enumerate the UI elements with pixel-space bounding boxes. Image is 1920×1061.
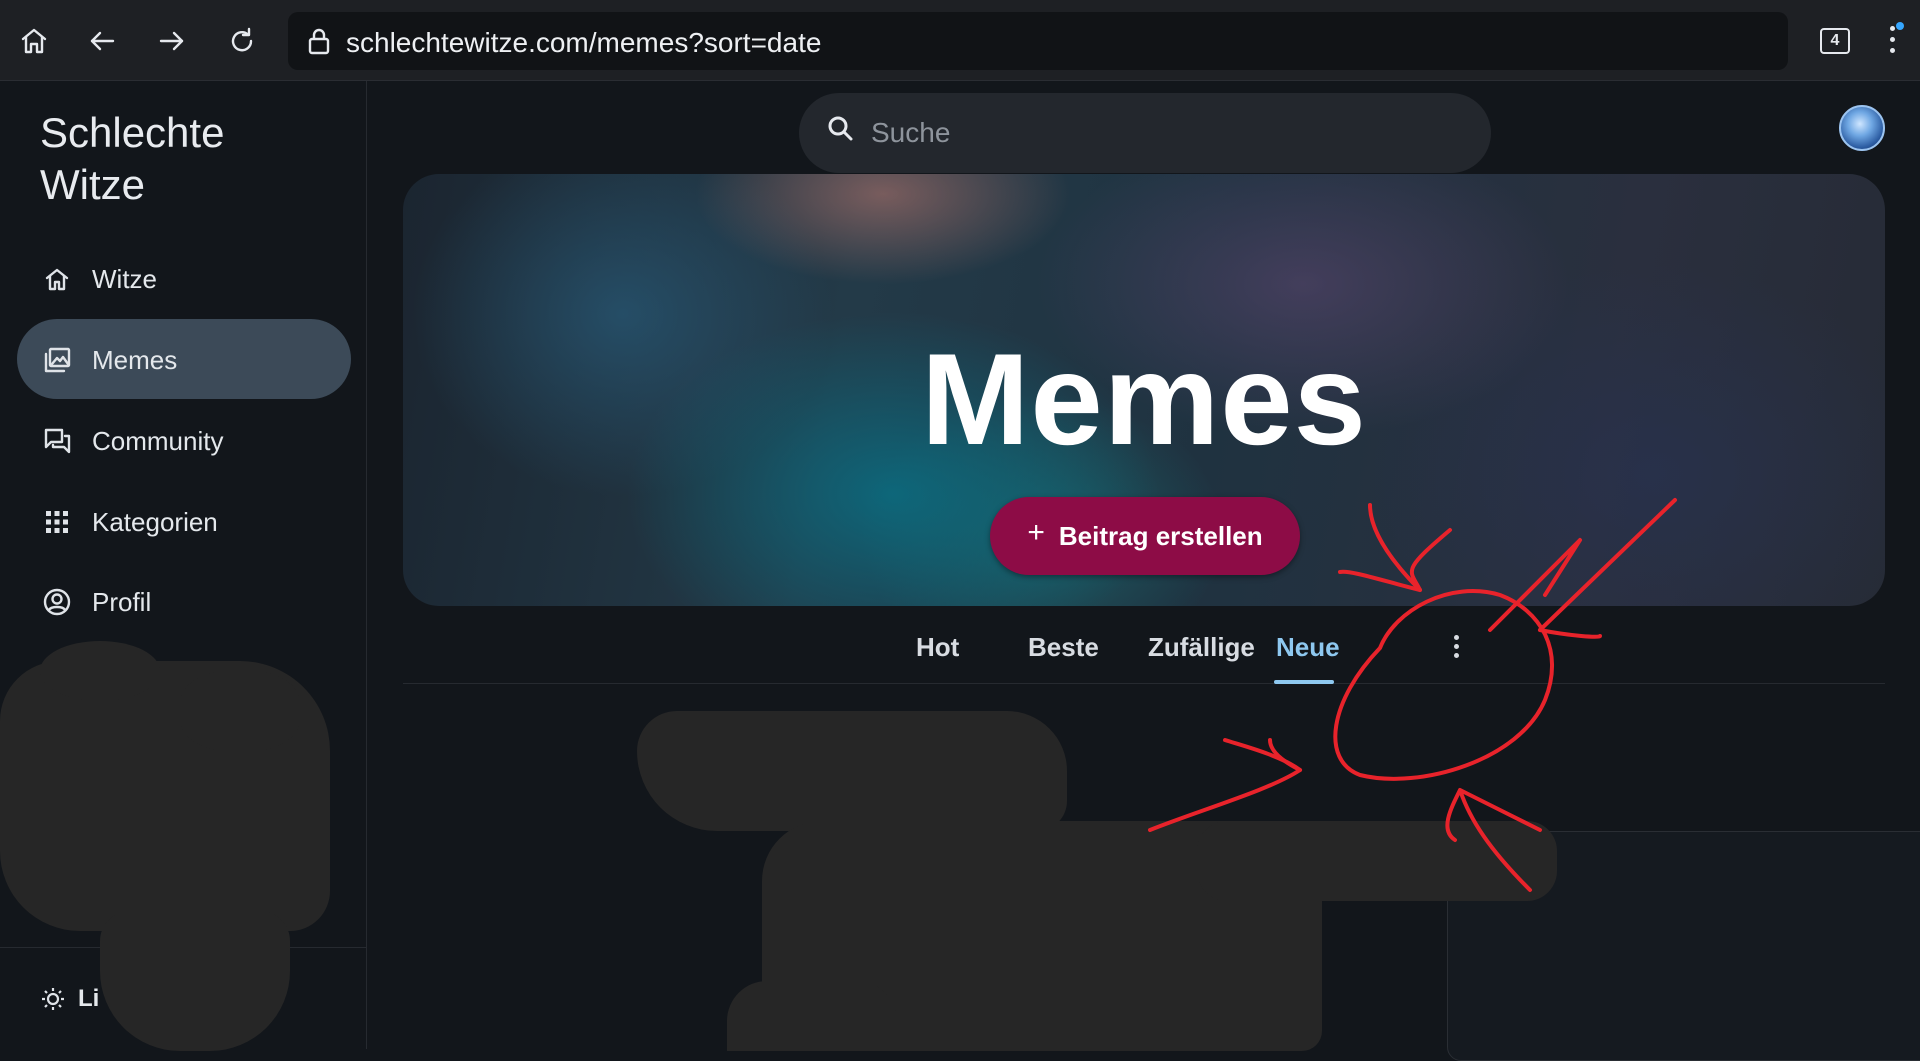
sun-icon	[42, 988, 64, 1010]
browser-menu-button[interactable]	[1884, 20, 1904, 60]
sidebar-item-witze[interactable]: Witze	[17, 238, 351, 318]
account-circle-icon	[42, 587, 72, 617]
sidebar-item-label: Witze	[92, 264, 157, 294]
redaction-scribble	[100, 911, 290, 1051]
back-button[interactable]	[86, 18, 118, 64]
lock-icon	[304, 26, 334, 56]
tab-switcher-button[interactable]: 4	[1820, 28, 1850, 54]
home-icon	[21, 28, 47, 54]
redaction-scribble	[1197, 821, 1557, 901]
sidebar: Schlechte Witze Witze Memes Community Ka…	[0, 81, 367, 1051]
sidebar-item-memes[interactable]: Memes	[17, 319, 351, 399]
tab-zufaellige[interactable]: Zufällige	[1148, 632, 1255, 663]
home-icon	[42, 264, 72, 294]
reload-button[interactable]	[226, 18, 258, 64]
redaction-scribble	[40, 641, 160, 701]
theme-toggle-label: Li	[78, 985, 100, 1012]
active-tab-indicator	[1274, 680, 1334, 684]
sidebar-item-community[interactable]: Community	[17, 400, 351, 480]
forum-icon	[42, 426, 72, 456]
redaction-scribble	[180, 671, 300, 751]
browser-toolbar: schlechtewitze.com/memes?sort=date 4	[0, 0, 1920, 81]
search-icon	[825, 113, 857, 145]
url-text: schlechtewitze.com/memes?sort=date	[346, 27, 822, 58]
notification-dot	[1896, 22, 1904, 30]
arrow-right-icon	[159, 31, 184, 51]
sidebar-item-label: Memes	[92, 345, 178, 375]
tab-neue[interactable]: Neue	[1276, 632, 1340, 663]
more-tabs-button[interactable]	[1449, 632, 1465, 664]
arrow-left-icon	[90, 31, 115, 51]
main-content: Memes + Beitrag erstellen Hot Beste Zufä…	[367, 81, 1920, 1061]
site-title[interactable]: Schlechte Witze	[40, 107, 224, 211]
tab-beste[interactable]: Beste	[1028, 632, 1099, 663]
create-post-label: Beitrag erstellen	[1058, 520, 1263, 551]
tab-hot[interactable]: Hot	[916, 632, 959, 663]
create-post-button[interactable]: + Beitrag erstellen	[990, 497, 1300, 575]
reload-icon	[231, 27, 253, 52]
search-box[interactable]	[799, 93, 1491, 173]
image-gallery-icon	[42, 345, 72, 375]
sidebar-item-label: Community	[92, 426, 224, 456]
theme-toggle[interactable]: Li	[40, 979, 99, 1019]
sidebar-item-label: Profil	[92, 587, 152, 617]
site-title-line2: Witze	[40, 161, 145, 208]
sidebar-item-profil[interactable]: Profil	[17, 561, 351, 641]
hero-banner: Memes + Beitrag erstellen	[403, 174, 1885, 606]
sidebar-item-kategorien[interactable]: Kategorien	[17, 481, 351, 561]
address-bar[interactable]: schlechtewitze.com/memes?sort=date	[288, 12, 1788, 70]
site-title-line1: Schlechte	[40, 109, 225, 156]
home-button[interactable]	[18, 18, 50, 64]
grid-icon	[42, 507, 72, 537]
plus-icon: +	[1027, 516, 1045, 549]
page-title: Memes	[921, 326, 1367, 472]
avatar[interactable]	[1839, 105, 1885, 151]
sort-tabs: Hot Beste Zufällige Neue	[403, 606, 1885, 684]
forward-button[interactable]	[156, 18, 188, 64]
sidebar-item-label: Kategorien	[92, 507, 218, 537]
search-input[interactable]	[871, 111, 1451, 155]
redaction-scribble	[727, 981, 897, 1051]
redaction-scribble	[637, 711, 1067, 831]
